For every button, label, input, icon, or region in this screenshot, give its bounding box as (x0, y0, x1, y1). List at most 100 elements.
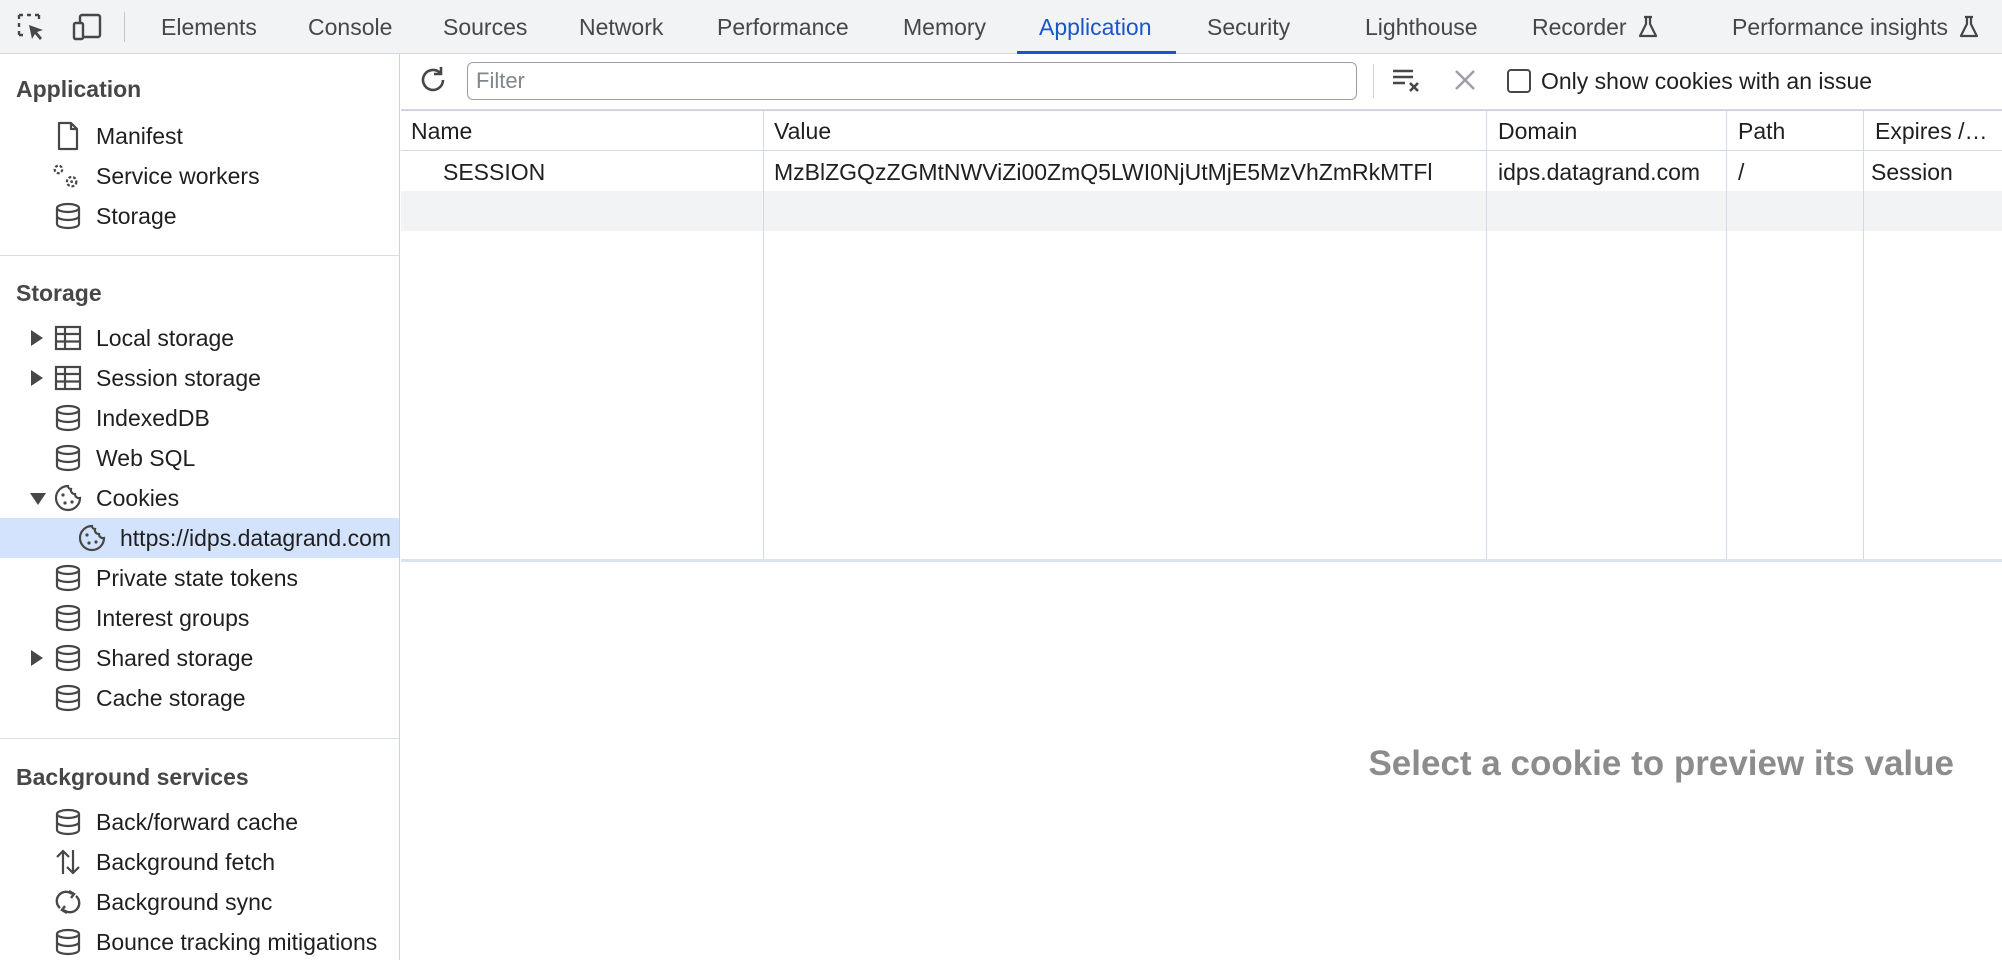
inspect-element-icon[interactable] (14, 11, 48, 43)
toolbar-separator (1373, 64, 1374, 98)
tab-performance[interactable]: Performance (717, 0, 849, 54)
devtools-tab-bar: Elements Console Sources Network Perform… (0, 0, 2002, 54)
flask-icon (1637, 15, 1659, 39)
section-divider (0, 255, 399, 256)
tab-label: Elements (161, 13, 257, 40)
tab-label: Console (308, 13, 393, 40)
sidebar-item-interest-groups[interactable]: Interest groups (0, 598, 399, 638)
column-header-value[interactable]: Value (774, 118, 1484, 145)
sidebar-item-label: Bounce tracking mitigations (96, 928, 378, 955)
sidebar-item-label: Background sync (96, 888, 273, 915)
column-divider[interactable] (1863, 111, 1864, 559)
sidebar-item-label: Cookies (96, 484, 180, 511)
column-header-domain[interactable]: Domain (1498, 118, 1728, 145)
sidebar-item-private-state-tokens[interactable]: Private state tokens (0, 558, 399, 598)
column-divider[interactable] (763, 111, 764, 559)
sidebar-item-label: Storage (96, 202, 177, 229)
expand-arrow-icon[interactable] (31, 330, 43, 346)
cookie-value-cell: MzBlZGQzZGMtNWViZi00ZmQ5LWI0NjUtMjE5MzVh… (774, 159, 1433, 185)
application-sidebar: Application Manifest Service workers Sto… (0, 54, 400, 960)
sidebar-item-label: Interest groups (96, 604, 250, 631)
toolbar-separator (124, 12, 125, 42)
sidebar-item-local-storage[interactable]: Local storage (0, 318, 399, 358)
sidebar-item-session-storage[interactable]: Session storage (0, 358, 399, 398)
cookie-icon (76, 523, 108, 553)
cookie-path-cell: / (1738, 159, 1745, 185)
sidebar-item-background-sync[interactable]: Background sync (0, 882, 399, 922)
database-icon (52, 807, 84, 837)
sync-icon (52, 887, 84, 917)
file-icon (52, 121, 84, 151)
only-issues-label: Only show cookies with an issue (1541, 68, 1873, 94)
sidebar-item-shared-storage[interactable]: Shared storage (0, 638, 399, 678)
sidebar-item-label: Private state tokens (96, 564, 298, 591)
section-divider (0, 738, 399, 739)
cookie-preview-placeholder: Select a cookie to preview its value (1368, 744, 1954, 783)
tab-application[interactable]: Application (1017, 0, 1175, 54)
table-row[interactable]: SESSION MzBlZGQzZGMtNWViZi00ZmQ5LWI0NjUt… (401, 151, 2002, 191)
sidebar-item-cookies[interactable]: Cookies (0, 478, 399, 518)
sidebar-item-label: Cache storage (96, 684, 246, 711)
tab-network[interactable]: Network (579, 0, 663, 54)
section-title-storage: Storage (16, 280, 102, 306)
column-header-name[interactable]: Name (411, 118, 761, 145)
filter-input[interactable] (467, 62, 1357, 100)
database-icon (52, 643, 84, 673)
device-toolbar-icon[interactable] (70, 11, 104, 43)
clear-filter-list-icon (1390, 65, 1424, 100)
tab-label: Sources (443, 13, 528, 40)
database-icon (52, 201, 84, 231)
only-issues-checkbox[interactable] (1507, 69, 1531, 93)
sidebar-item-back-forward-cache[interactable]: Back/forward cache (0, 802, 399, 842)
tab-memory[interactable]: Memory (903, 0, 986, 54)
expand-arrow-icon[interactable] (31, 650, 43, 666)
refresh-button[interactable] (415, 64, 451, 100)
tab-recorder[interactable]: Recorder (1532, 0, 1659, 54)
sidebar-item-service-workers[interactable]: Service workers (0, 156, 399, 196)
sidebar-item-manifest[interactable]: Manifest (0, 116, 399, 156)
delete-selected-button[interactable] (1447, 64, 1483, 100)
table-icon (52, 323, 84, 353)
tab-label: Performance (717, 13, 849, 40)
column-divider[interactable] (1726, 111, 1727, 559)
flask-icon (1958, 15, 1980, 39)
tab-console[interactable]: Console (308, 0, 392, 54)
sidebar-item-indexeddb[interactable]: IndexedDB (0, 398, 399, 438)
database-icon (52, 603, 84, 633)
column-header-path[interactable]: Path (1738, 118, 1863, 145)
cookies-toolbar: Only show cookies with an issue (401, 54, 2002, 110)
tab-elements[interactable]: Elements (161, 0, 257, 54)
close-icon (1452, 67, 1478, 98)
tab-lighthouse[interactable]: Lighthouse (1365, 0, 1478, 54)
column-header-expires[interactable]: Expires /… (1875, 118, 2000, 145)
tab-security[interactable]: Security (1207, 0, 1290, 54)
sidebar-item-background-fetch[interactable]: Background fetch (0, 842, 399, 882)
tab-label: Network (579, 13, 664, 40)
tab-label: Performance insights (1732, 13, 1949, 40)
empty-table-row[interactable] (401, 191, 2002, 231)
cookie-expires-cell: Session (1871, 159, 1953, 185)
sidebar-item-label: Service workers (96, 162, 260, 189)
sidebar-item-label: Manifest (96, 122, 183, 149)
sidebar-item-web-sql[interactable]: Web SQL (0, 438, 399, 478)
tab-performance-insights[interactable]: Performance insights (1732, 0, 1980, 54)
table-icon (52, 363, 84, 393)
tab-sources[interactable]: Sources (443, 0, 527, 54)
sidebar-item-label: Shared storage (96, 644, 254, 671)
sidebar-item-storage[interactable]: Storage (0, 196, 399, 236)
sidebar-item-cache-storage[interactable]: Cache storage (0, 678, 399, 718)
clear-all-cookies-button[interactable] (1389, 64, 1425, 100)
sidebar-item-cookie-origin[interactable]: https://idps.datagrand.com (0, 518, 399, 558)
column-divider[interactable] (1486, 111, 1487, 559)
collapse-arrow-icon[interactable] (30, 493, 46, 505)
up-down-arrows-icon (52, 847, 84, 877)
cookies-pane: Only show cookies with an issue Name Val… (401, 54, 2002, 960)
sidebar-item-bounce-tracking[interactable]: Bounce tracking mitigations (0, 922, 399, 960)
database-icon (52, 563, 84, 593)
expand-arrow-icon[interactable] (31, 370, 43, 386)
section-title-application: Application (16, 76, 142, 102)
cookies-table: Name Value Domain Path Expires /… SESSIO… (401, 110, 2002, 562)
sidebar-item-label: Local storage (96, 324, 235, 351)
sidebar-item-label: Background fetch (96, 848, 276, 875)
database-icon (52, 683, 84, 713)
